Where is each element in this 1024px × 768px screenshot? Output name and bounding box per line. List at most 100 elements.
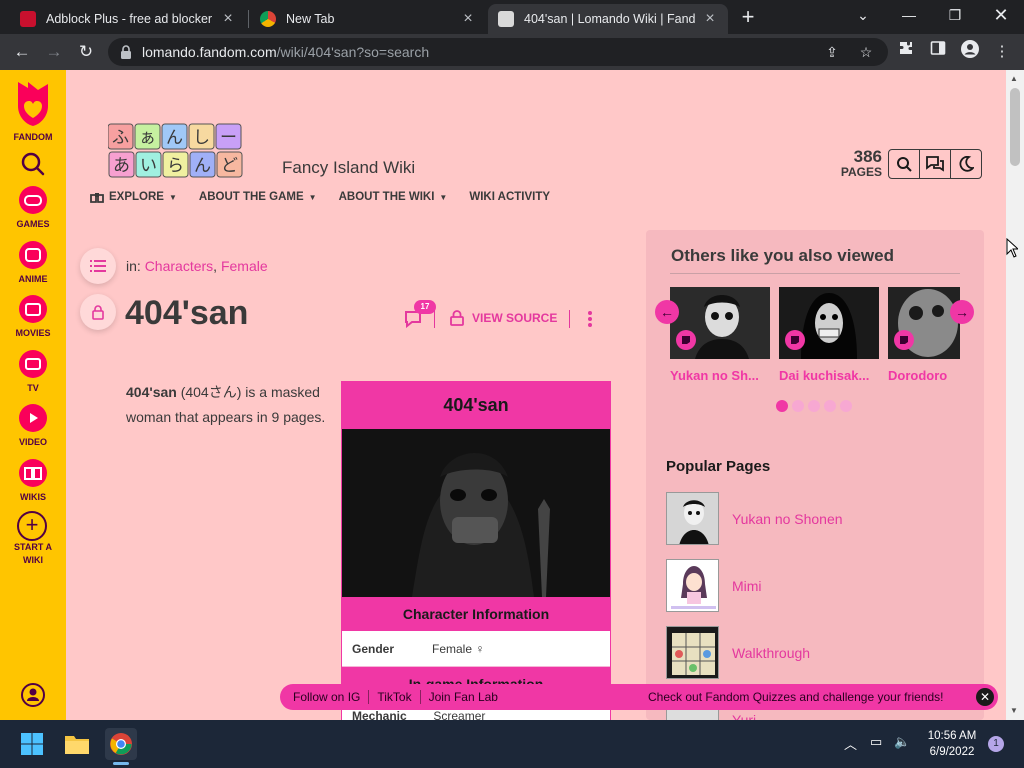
carousel-dot[interactable]	[776, 400, 788, 412]
close-tab-icon[interactable]: ×	[220, 10, 236, 28]
forward-button[interactable]: →	[42, 40, 66, 64]
carousel-dot[interactable]	[840, 400, 852, 412]
scroll-up-arrow-icon: ▲	[1010, 74, 1018, 83]
new-tab-button[interactable]: +	[736, 6, 760, 30]
infobox-image[interactable]	[342, 429, 610, 597]
category-link-female[interactable]: Female	[221, 258, 268, 274]
dark-mode-toggle[interactable]	[951, 150, 981, 178]
minimize-button[interactable]: —	[886, 4, 932, 28]
wiki-logo[interactable]: ふぁんしーあいらんど	[107, 122, 248, 180]
carousel-dot[interactable]	[808, 400, 820, 412]
show-hidden-icons[interactable]: ︿	[844, 734, 857, 753]
browser-tabstrip: Adblock Plus - free ad blocker - C × New…	[0, 0, 1024, 34]
comments-button[interactable]: 17	[404, 300, 436, 332]
more-options-icon[interactable]	[586, 310, 594, 328]
wikis-icon[interactable]	[18, 458, 48, 488]
tab-new-tab[interactable]: New Tab ×	[250, 4, 486, 34]
fandom-brand-label[interactable]: FANDOM	[0, 132, 66, 142]
file-explorer-button[interactable]	[61, 728, 93, 760]
fandom-badge-icon	[785, 330, 805, 350]
tab-404san[interactable]: 404'san | Lomando Wiki | Fandom ×	[488, 4, 728, 34]
popular-page-link[interactable]: Yukan no Shonen	[732, 511, 843, 527]
wiki-search-button[interactable]	[889, 150, 920, 178]
tab-adblock-plus[interactable]: Adblock Plus - free ad blocker - C ×	[10, 4, 246, 34]
popular-page-link[interactable]: Mimi	[732, 578, 762, 594]
anime-icon[interactable]	[18, 240, 48, 270]
search-icon[interactable]	[18, 150, 48, 180]
network-icon[interactable]: ▭	[870, 734, 882, 750]
popular-page-item[interactable]: Mimi	[666, 559, 762, 612]
start-a-wiki-plus-icon[interactable]: +	[17, 511, 47, 541]
wiki-logo-graphic: ふぁんしーあいらんど	[107, 123, 243, 178]
recommendation-card[interactable]: Dorodoro	[888, 287, 960, 383]
user-account-icon[interactable]	[18, 680, 48, 710]
tv-icon[interactable]	[18, 349, 48, 379]
recommendation-card[interactable]: Dai kuchisak...	[779, 287, 879, 383]
games-icon[interactable]	[18, 185, 48, 215]
start-a-wiki-label-2[interactable]: WIKI	[0, 555, 66, 565]
wiki-name[interactable]: Fancy Island Wiki	[282, 158, 415, 178]
volume-icon[interactable]: 🔈	[894, 734, 910, 750]
movies-icon[interactable]	[18, 294, 48, 324]
close-window-button[interactable]: ✕	[978, 4, 1024, 28]
page-scrollbar[interactable]: ▲ ▼	[1006, 70, 1024, 720]
carousel-prev-button[interactable]: ←	[655, 300, 679, 324]
tiktok-link[interactable]: TikTok	[369, 690, 421, 704]
nav-about-the-wiki[interactable]: ABOUT THE WIKI ▼	[339, 191, 448, 203]
share-icon[interactable]: ⇪	[822, 42, 842, 62]
toc-button[interactable]	[80, 248, 116, 284]
category-link-characters[interactable]: Characters	[145, 258, 213, 274]
rail-label-games[interactable]: GAMES	[0, 219, 66, 229]
rail-label-movies[interactable]: MOVIES	[0, 328, 66, 338]
character-portrait	[342, 429, 610, 597]
lock-icon[interactable]	[120, 45, 132, 59]
popular-page-link[interactable]: Yuri	[732, 712, 756, 721]
rail-label-tv[interactable]: TV	[0, 383, 66, 393]
quizzes-promo-link[interactable]: Check out Fandom Quizzes and challenge y…	[648, 690, 944, 704]
protected-lock-button[interactable]	[80, 294, 116, 330]
bookmark-star-icon[interactable]: ☆	[856, 42, 876, 62]
tab-search-icon[interactable]: ⌄	[840, 4, 886, 28]
fandom-global-nav: FANDOM GAMES ANIME MOVIES TV VIDEO WIKIS…	[0, 70, 66, 720]
extensions-puzzle-icon[interactable]	[894, 40, 918, 64]
rail-label-video[interactable]: VIDEO	[0, 437, 66, 447]
back-button[interactable]: ←	[10, 40, 34, 64]
video-icon[interactable]	[18, 403, 48, 433]
start-button[interactable]	[16, 728, 48, 760]
rail-label-wikis[interactable]: WIKIS	[0, 492, 66, 502]
profile-avatar-icon[interactable]	[958, 40, 982, 64]
infobox-title: 404'san	[342, 382, 610, 429]
popular-page-item[interactable]: Walkthrough	[666, 626, 810, 679]
system-clock[interactable]: 10:56 AM 6/9/2022	[920, 728, 984, 760]
carousel-dot[interactable]	[792, 400, 804, 412]
chrome-taskbar-button[interactable]	[105, 728, 137, 760]
chrome-menu-icon[interactable]: ⋮	[990, 40, 1014, 64]
restore-button[interactable]: ❐	[932, 4, 978, 28]
join-fan-lab-link[interactable]: Join Fan Lab	[421, 690, 506, 704]
nav-wiki-activity[interactable]: WIKI ACTIVITY	[469, 191, 550, 203]
fandom-logo-icon[interactable]	[14, 78, 52, 128]
close-bar-icon[interactable]: ✕	[976, 688, 994, 706]
nav-explore[interactable]: EXPLORE ▼	[90, 191, 177, 203]
infobox-section-character: Character Information	[342, 597, 610, 631]
reload-button[interactable]: ↻	[74, 40, 98, 64]
recommendation-card[interactable]: Yukan no Sh...	[670, 287, 770, 383]
start-a-wiki-label-1[interactable]: START A	[0, 542, 66, 552]
card-title: Yukan no Sh...	[670, 368, 759, 383]
notification-badge[interactable]: 1	[988, 736, 1004, 752]
discussions-button[interactable]	[920, 150, 951, 178]
wiki-navigation: EXPLORE ▼ ABOUT THE GAME ▼ ABOUT THE WIKI ▼…	[90, 191, 572, 203]
address-bar[interactable]: lomando.fandom.com/wiki/404'san?so=searc…	[108, 38, 888, 66]
follow-on-ig-link[interactable]: Follow on IG	[280, 690, 370, 704]
rail-label-anime[interactable]: ANIME	[0, 274, 66, 284]
popular-page-item[interactable]: Yukan no Shonen	[666, 492, 843, 545]
carousel-next-button[interactable]: →	[950, 300, 974, 324]
close-tab-icon[interactable]: ×	[702, 10, 718, 28]
nav-about-the-game[interactable]: ABOUT THE GAME ▼	[199, 191, 317, 203]
side-panel-icon[interactable]	[926, 40, 950, 64]
scrollbar-thumb[interactable]	[1010, 88, 1020, 166]
popular-page-link[interactable]: Walkthrough	[732, 645, 810, 661]
view-source-button[interactable]: VIEW SOURCE	[450, 310, 557, 326]
carousel-dot[interactable]	[824, 400, 836, 412]
close-tab-icon[interactable]: ×	[460, 10, 476, 28]
